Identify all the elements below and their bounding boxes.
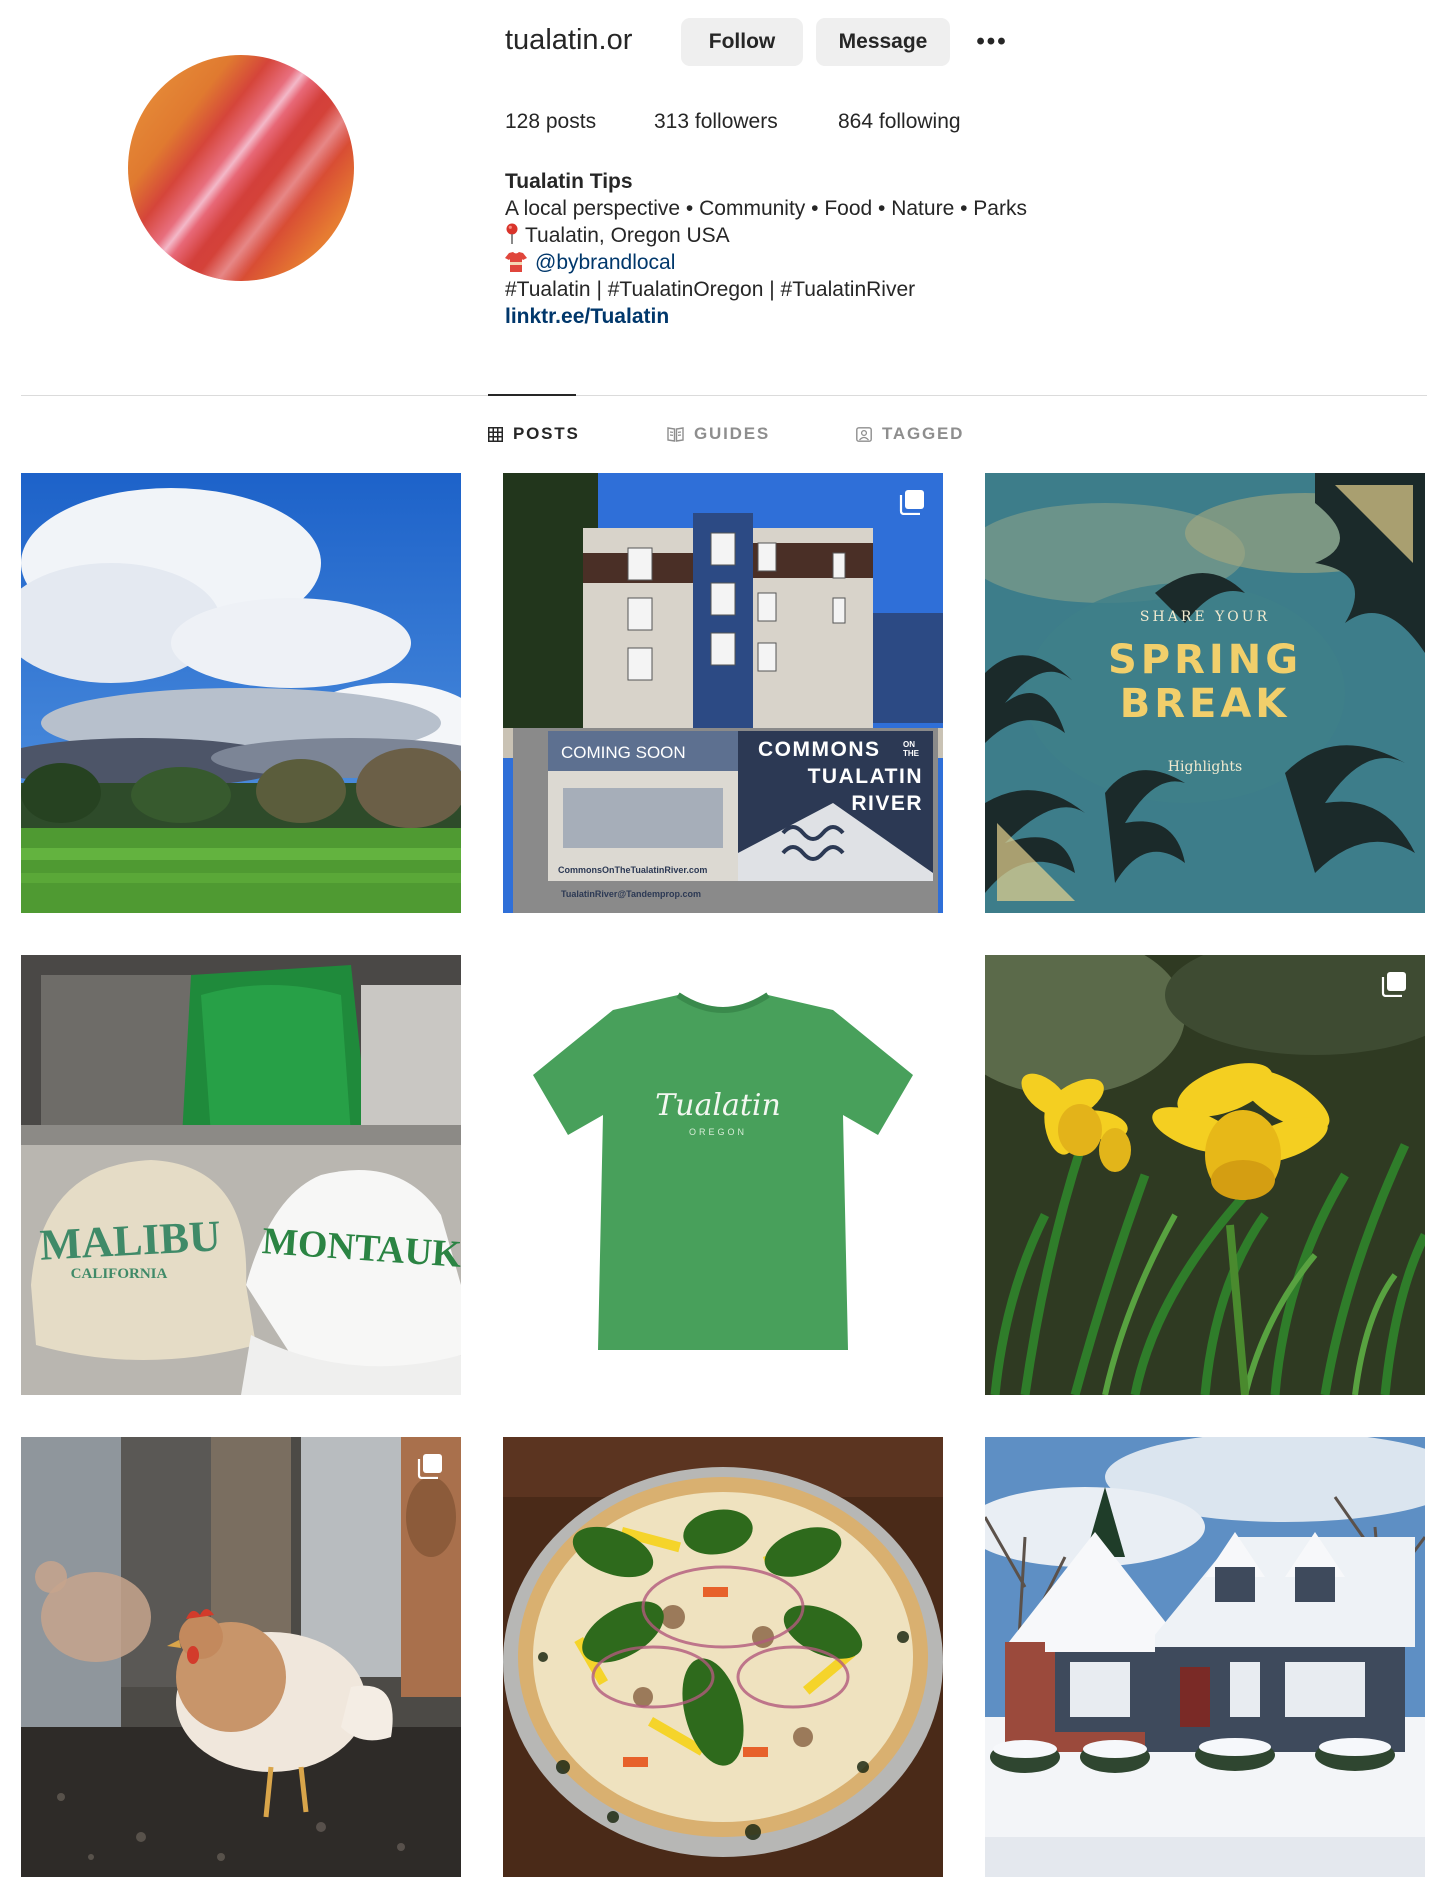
spring-break-top-text: SHARE YOUR <box>1140 609 1270 625</box>
bio-mention-link[interactable]: @bybrandlocal <box>535 251 675 274</box>
spring-break-sub: Highlights <box>1168 759 1242 775</box>
tab-guides-label: GUIDES <box>694 424 770 443</box>
banner-river: RIVER <box>851 792 923 815</box>
bio-external-link[interactable]: linktr.ee/Tualatin <box>505 303 1027 330</box>
carousel-icon <box>1381 972 1406 997</box>
banner-tualatin: TUALATIN <box>808 765 923 788</box>
bio-location-line: Tualatin, Oregon USA <box>505 222 1027 249</box>
post-pizza-image <box>503 1437 943 1877</box>
post-commons-building-image: COMING SOON COMMONS ON THE TUALATIN RIVE… <box>503 473 943 913</box>
grid-icon <box>488 426 503 442</box>
bio-hashtags[interactable]: #Tualatin | #TualatinOregon | #TualatinR… <box>505 276 1027 303</box>
banner-the: THE <box>903 749 920 758</box>
tab-posts-label: POSTS <box>513 424 580 443</box>
post-daffodils-image <box>985 955 1425 1395</box>
tab-posts[interactable]: POSTS <box>488 424 580 444</box>
tshirt-oregon-text: OREGON <box>689 1127 747 1137</box>
post-tshirt-image: Tualatin OREGON <box>503 955 943 1395</box>
message-button[interactable]: Message <box>816 18 950 66</box>
profile-bio: Tualatin Tips A local perspective • Comm… <box>505 168 1027 330</box>
post-snowy-house[interactable] <box>985 1437 1425 1877</box>
post-commons-building[interactable]: COMING SOON COMMONS ON THE TUALATIN RIVE… <box>503 473 943 913</box>
banner-url-2: TualatinRiver@Tandemprop.com <box>561 889 701 899</box>
post-spring-break[interactable]: SHARE YOUR SPRING BREAK Highlights <box>985 473 1425 913</box>
shirt-icon <box>505 252 527 272</box>
post-chickens-image <box>21 1437 461 1877</box>
banner-coming-soon: COMING SOON <box>561 743 686 762</box>
tab-tagged[interactable]: TAGGED <box>856 424 964 444</box>
guide-icon <box>667 426 684 442</box>
post-caps-image: MALIBU CALIFORNIA MONTAUK <box>21 955 461 1395</box>
follow-button[interactable]: Follow <box>681 18 803 66</box>
post-chickens[interactable] <box>21 1437 461 1877</box>
tagged-user-icon <box>856 426 872 442</box>
post-snowy-house-image <box>985 1437 1425 1877</box>
carousel-icon <box>417 1454 442 1479</box>
pushpin-icon <box>506 223 518 244</box>
posts-count: 128 posts <box>505 110 597 133</box>
profile-avatar[interactable] <box>128 55 354 281</box>
bio-name: Tualatin Tips <box>505 170 633 193</box>
banner-commons: COMMONS <box>758 738 881 761</box>
tab-tagged-label: TAGGED <box>882 424 965 443</box>
tshirt-tualatin-text: Tualatin <box>655 1088 781 1123</box>
post-spring-break-image: SHARE YOUR SPRING BREAK Highlights <box>985 473 1425 913</box>
banner-url-1: CommonsOnTheTualatinRiver.com <box>558 865 707 875</box>
bio-location: Tualatin, Oregon USA <box>525 224 730 247</box>
cap-malibu-text: MALIBU <box>39 1211 222 1269</box>
post-caps[interactable]: MALIBU CALIFORNIA MONTAUK <box>21 955 461 1395</box>
followers-link[interactable]: 313 followers <box>654 110 778 134</box>
bio-tagline: A local perspective • Community • Food •… <box>505 197 1027 220</box>
bio-mention-line: @bybrandlocal <box>505 249 1027 276</box>
tabs-divider <box>21 395 1427 396</box>
spring-break-line2: BREAK <box>1120 681 1291 727</box>
cap-california-text: CALIFORNIA <box>71 1266 168 1282</box>
post-sky-park[interactable] <box>21 473 461 913</box>
following-link[interactable]: 864 following <box>838 110 961 134</box>
banner-on: ON <box>903 740 915 749</box>
post-sky-park-image <box>21 473 461 913</box>
post-tshirt[interactable]: Tualatin OREGON <box>503 955 943 1395</box>
post-daffodils[interactable] <box>985 955 1425 1395</box>
spring-break-line1: SPRING <box>1108 637 1302 683</box>
post-pizza[interactable] <box>503 1437 943 1877</box>
tab-guides[interactable]: GUIDES <box>667 424 770 444</box>
more-options-icon[interactable]: ••• <box>972 24 1012 60</box>
profile-username: tualatin.or <box>505 24 633 56</box>
active-tab-indicator <box>488 394 576 396</box>
carousel-icon <box>899 490 924 515</box>
